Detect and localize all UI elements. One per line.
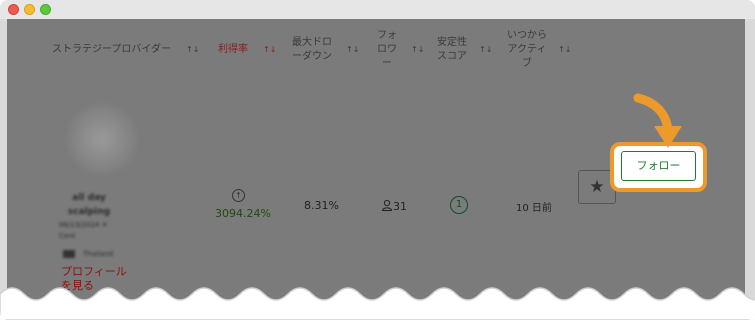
torn-edge: [0, 287, 755, 320]
country-name: Thailand: [83, 250, 114, 258]
sort-stability-icon[interactable]: ↑↓: [479, 45, 492, 54]
provider-avatar: [67, 104, 137, 174]
provider-meta-date: 06/13/2024 ✕: [59, 221, 108, 229]
star-icon: ★: [589, 177, 605, 197]
header-stability[interactable]: 安定性 スコア: [437, 36, 467, 64]
header-rate[interactable]: 利得率: [218, 43, 248, 57]
minimize-window-button[interactable]: [24, 4, 35, 15]
sort-rate-icon[interactable]: ↑↓: [263, 45, 276, 54]
provider-name: all day scalping: [67, 193, 111, 217]
country-flag-icon: [63, 250, 75, 258]
sort-drawdown-icon[interactable]: ↑↓: [346, 45, 359, 54]
header-followers[interactable]: フォ ロワ ー: [377, 29, 397, 71]
provider-meta-cent: Cent: [59, 232, 76, 240]
pointer-arrow-icon: [633, 93, 682, 148]
header-drawdown[interactable]: 最大ドロ ーダウン: [292, 36, 332, 64]
sort-active-since-icon[interactable]: ↑↓: [558, 45, 571, 54]
stability-score-badge: 1: [450, 196, 468, 214]
maximize-window-button[interactable]: [40, 4, 51, 15]
title-bar: [0, 0, 755, 19]
return-rate-value: 3094.24%: [215, 207, 271, 220]
header-provider[interactable]: ストラテジープロバイダー: [52, 43, 171, 57]
header-active-since[interactable]: いつから アクティ ブ: [507, 29, 547, 71]
provider-country: Thailand: [63, 250, 113, 258]
user-icon: [381, 199, 393, 211]
sort-provider-icon[interactable]: ↑↓: [186, 45, 199, 54]
follow-button[interactable]: フォロー: [621, 151, 696, 181]
max-drawdown-value: 8.31%: [304, 199, 339, 212]
active-since-value: 10 日前: [516, 203, 552, 214]
followers-cell: 31: [381, 199, 407, 213]
browser-window: ストラテジープロバイダー ↑↓ 利得率 ↑↓ 最大ドロ ーダウン ↑↓ フォ ロ…: [0, 0, 755, 320]
followers-count: 31: [393, 200, 407, 213]
sort-followers-icon[interactable]: ↑↓: [411, 45, 424, 54]
close-window-button[interactable]: [8, 4, 19, 15]
growth-arrow-icon: ↑: [232, 189, 245, 202]
